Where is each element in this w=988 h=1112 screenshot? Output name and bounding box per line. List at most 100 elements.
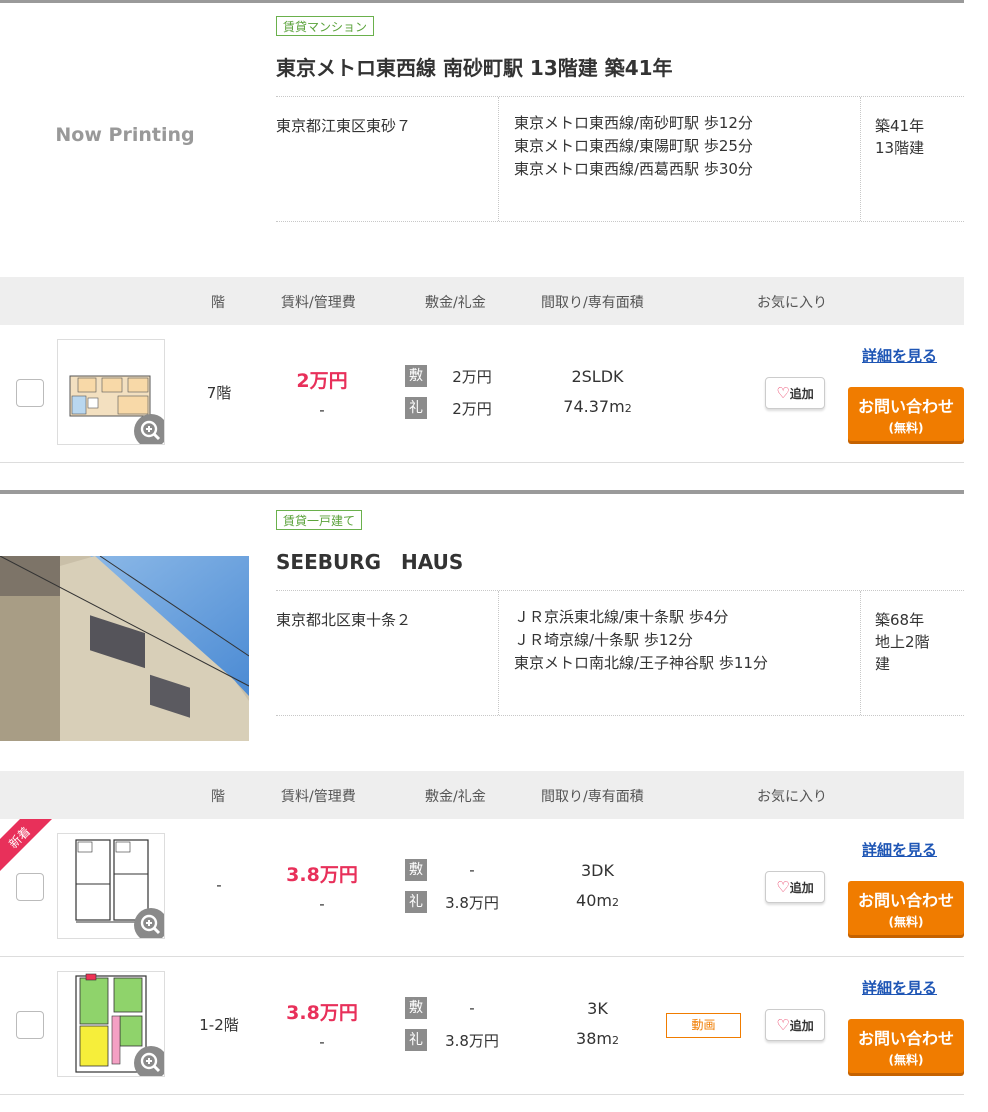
contact-button[interactable]: お問い合わせ (無料) bbox=[848, 1019, 964, 1073]
property-divider bbox=[0, 490, 964, 494]
col-layout: 間取り/専有面積 bbox=[541, 295, 644, 311]
age-line: 築68年 bbox=[875, 611, 925, 629]
building-age: 築41年 13階建 bbox=[875, 115, 945, 159]
area-unit: 2 bbox=[611, 896, 619, 909]
favorite-add-button[interactable]: ♡追加 bbox=[765, 377, 825, 409]
price-cell: 3.8万円 - bbox=[262, 860, 382, 913]
floor-value: 7階 bbox=[206, 384, 232, 402]
layout-cell: 3DK 40m2 bbox=[540, 856, 655, 918]
table-row: 新着 - 3.8万円 - 敷 - 礼 3.8万円 3DK 40m2 ♡追加 詳細を見… bbox=[0, 819, 964, 957]
rent-value: 2万円 bbox=[296, 370, 348, 392]
management-fee: - bbox=[319, 895, 325, 913]
building-photo bbox=[0, 556, 249, 741]
age-line: 築41年 bbox=[875, 117, 925, 135]
price-cell: 2万円 - bbox=[262, 366, 382, 419]
favorite-add-button[interactable]: ♡追加 bbox=[765, 871, 825, 903]
deposit-label: 敷 bbox=[405, 365, 427, 387]
contact-sub: (無料) bbox=[888, 1053, 924, 1067]
building-age: 築68年 地上2階 建 bbox=[875, 609, 945, 675]
rent-value: 3.8万円 bbox=[286, 1002, 358, 1024]
management-fee: - bbox=[319, 1033, 325, 1051]
col-rent: 賃料/管理費 bbox=[281, 295, 356, 311]
key-money-label: 礼 bbox=[405, 1029, 427, 1051]
col-deposit: 敷金/礼金 bbox=[425, 295, 486, 311]
property-divider bbox=[0, 0, 964, 3]
area-number: 74.37m bbox=[563, 397, 625, 416]
station-item: 東京メトロ南北線/王子神谷駅 歩11分 bbox=[514, 654, 768, 672]
col-favorite: お気に入り bbox=[757, 789, 827, 805]
col-layout: 間取り/専有面積 bbox=[541, 789, 644, 805]
contact-label: お問い合わせ bbox=[857, 891, 954, 910]
detail-link[interactable]: 詳細を見る bbox=[862, 977, 937, 998]
deposit-label: 敷 bbox=[405, 997, 427, 1019]
favorite-label: 追加 bbox=[789, 387, 814, 401]
contact-button[interactable]: お問い合わせ (無料) bbox=[848, 881, 964, 935]
price-cell: 3.8万円 - bbox=[262, 998, 382, 1051]
video-badge[interactable]: 動画 bbox=[666, 1013, 741, 1038]
age-line: 地上2階 bbox=[875, 633, 930, 651]
contact-sub: (無料) bbox=[888, 915, 924, 929]
select-checkbox[interactable] bbox=[16, 379, 44, 407]
property-info: 東京都江東区東砂７ 東京メトロ東西線/南砂町駅 歩12分 東京メトロ東西線/東陽… bbox=[276, 96, 964, 222]
heart-icon: ♡ bbox=[776, 384, 790, 402]
deposit-value: 2万円 bbox=[452, 367, 492, 386]
floorplan-thumbnail[interactable] bbox=[57, 833, 165, 939]
col-deposit: 敷金/礼金 bbox=[425, 789, 486, 805]
floorplan-thumbnail[interactable] bbox=[57, 339, 165, 445]
table-header: 階 賃料/管理費 敷金/礼金 間取り/専有面積 お気に入り bbox=[0, 771, 964, 819]
contact-button[interactable]: お問い合わせ (無料) bbox=[848, 387, 964, 441]
favorite-label: 追加 bbox=[789, 881, 814, 895]
layout-cell: 3K 38m2 bbox=[540, 994, 655, 1056]
favorite-label: 追加 bbox=[789, 1019, 814, 1033]
key-money-value: 3.8万円 bbox=[445, 893, 499, 912]
zoom-in-icon[interactable] bbox=[134, 908, 164, 938]
area-unit: 2 bbox=[611, 1034, 619, 1047]
layout-cell: 2SLDK 74.37m2 bbox=[540, 362, 655, 424]
deposit-value: - bbox=[469, 999, 475, 1017]
station-list: 東京メトロ東西線/南砂町駅 歩12分 東京メトロ東西線/東陽町駅 歩25分 東京… bbox=[514, 114, 753, 184]
property-photo[interactable] bbox=[0, 556, 249, 741]
deposit-cell: 敷 - 礼 3.8万円 bbox=[405, 997, 507, 1061]
age-line: 13階建 bbox=[875, 139, 925, 157]
floorplan-thumbnail[interactable] bbox=[57, 971, 165, 1077]
property-type-tag: 賃貸一戸建て bbox=[276, 510, 363, 530]
select-checkbox[interactable] bbox=[16, 1011, 44, 1039]
area-value: 38m2 bbox=[540, 1024, 655, 1056]
key-money-value: 2万円 bbox=[452, 399, 492, 418]
new-badge: 新着 bbox=[0, 819, 52, 871]
area-unit: 2 bbox=[624, 402, 632, 415]
area-value: 74.37m2 bbox=[540, 392, 655, 424]
layout-value: 3DK bbox=[581, 861, 614, 880]
table-row: 7階 2万円 - 敷 2万円 礼 2万円 2SLDK 74.37m2 ♡追加 詳細を… bbox=[0, 325, 964, 463]
col-rent: 賃料/管理費 bbox=[281, 789, 356, 805]
property-info: 東京都北区東十条２ ＪＲ京浜東北線/東十条駅 歩4分 ＪＲ埼京線/十条駅 歩12… bbox=[276, 590, 964, 716]
property-title[interactable]: 東京メトロ東西線 南砂町駅 13階建 築41年 bbox=[276, 52, 673, 81]
property-type-tag: 賃貸マンション bbox=[276, 16, 375, 36]
contact-label: お問い合わせ bbox=[857, 1029, 954, 1048]
favorite-add-button[interactable]: ♡追加 bbox=[765, 1009, 825, 1041]
zoom-in-icon[interactable] bbox=[134, 414, 164, 444]
deposit-value: - bbox=[469, 861, 475, 879]
key-money-value: 3.8万円 bbox=[445, 1031, 499, 1050]
select-checkbox[interactable] bbox=[16, 873, 44, 901]
col-floor: 階 bbox=[211, 789, 225, 805]
rent-value: 3.8万円 bbox=[286, 864, 358, 886]
address: 東京都北区東十条２ bbox=[276, 611, 412, 629]
station-item: 東京メトロ東西線/西葛西駅 歩30分 bbox=[514, 160, 753, 178]
area-value: 40m2 bbox=[540, 886, 655, 918]
detail-link[interactable]: 詳細を見る bbox=[862, 345, 937, 366]
age-line: 建 bbox=[875, 655, 891, 673]
property-title[interactable]: SEEBURG HAUS bbox=[276, 546, 463, 575]
table-header: 階 賃料/管理費 敷金/礼金 間取り/専有面積 お気に入り bbox=[0, 277, 964, 325]
deposit-cell: 敷 2万円 礼 2万円 bbox=[405, 365, 507, 429]
detail-link[interactable]: 詳細を見る bbox=[862, 839, 937, 860]
col-floor: 階 bbox=[211, 295, 225, 311]
heart-icon: ♡ bbox=[776, 1016, 790, 1034]
no-image-placeholder: Now Printing bbox=[55, 124, 195, 146]
zoom-in-icon[interactable] bbox=[134, 1046, 164, 1076]
address: 東京都江東区東砂７ bbox=[276, 117, 412, 135]
key-money-label: 礼 bbox=[405, 397, 427, 419]
management-fee: - bbox=[319, 401, 325, 419]
deposit-label: 敷 bbox=[405, 859, 427, 881]
deposit-cell: 敷 - 礼 3.8万円 bbox=[405, 859, 507, 923]
